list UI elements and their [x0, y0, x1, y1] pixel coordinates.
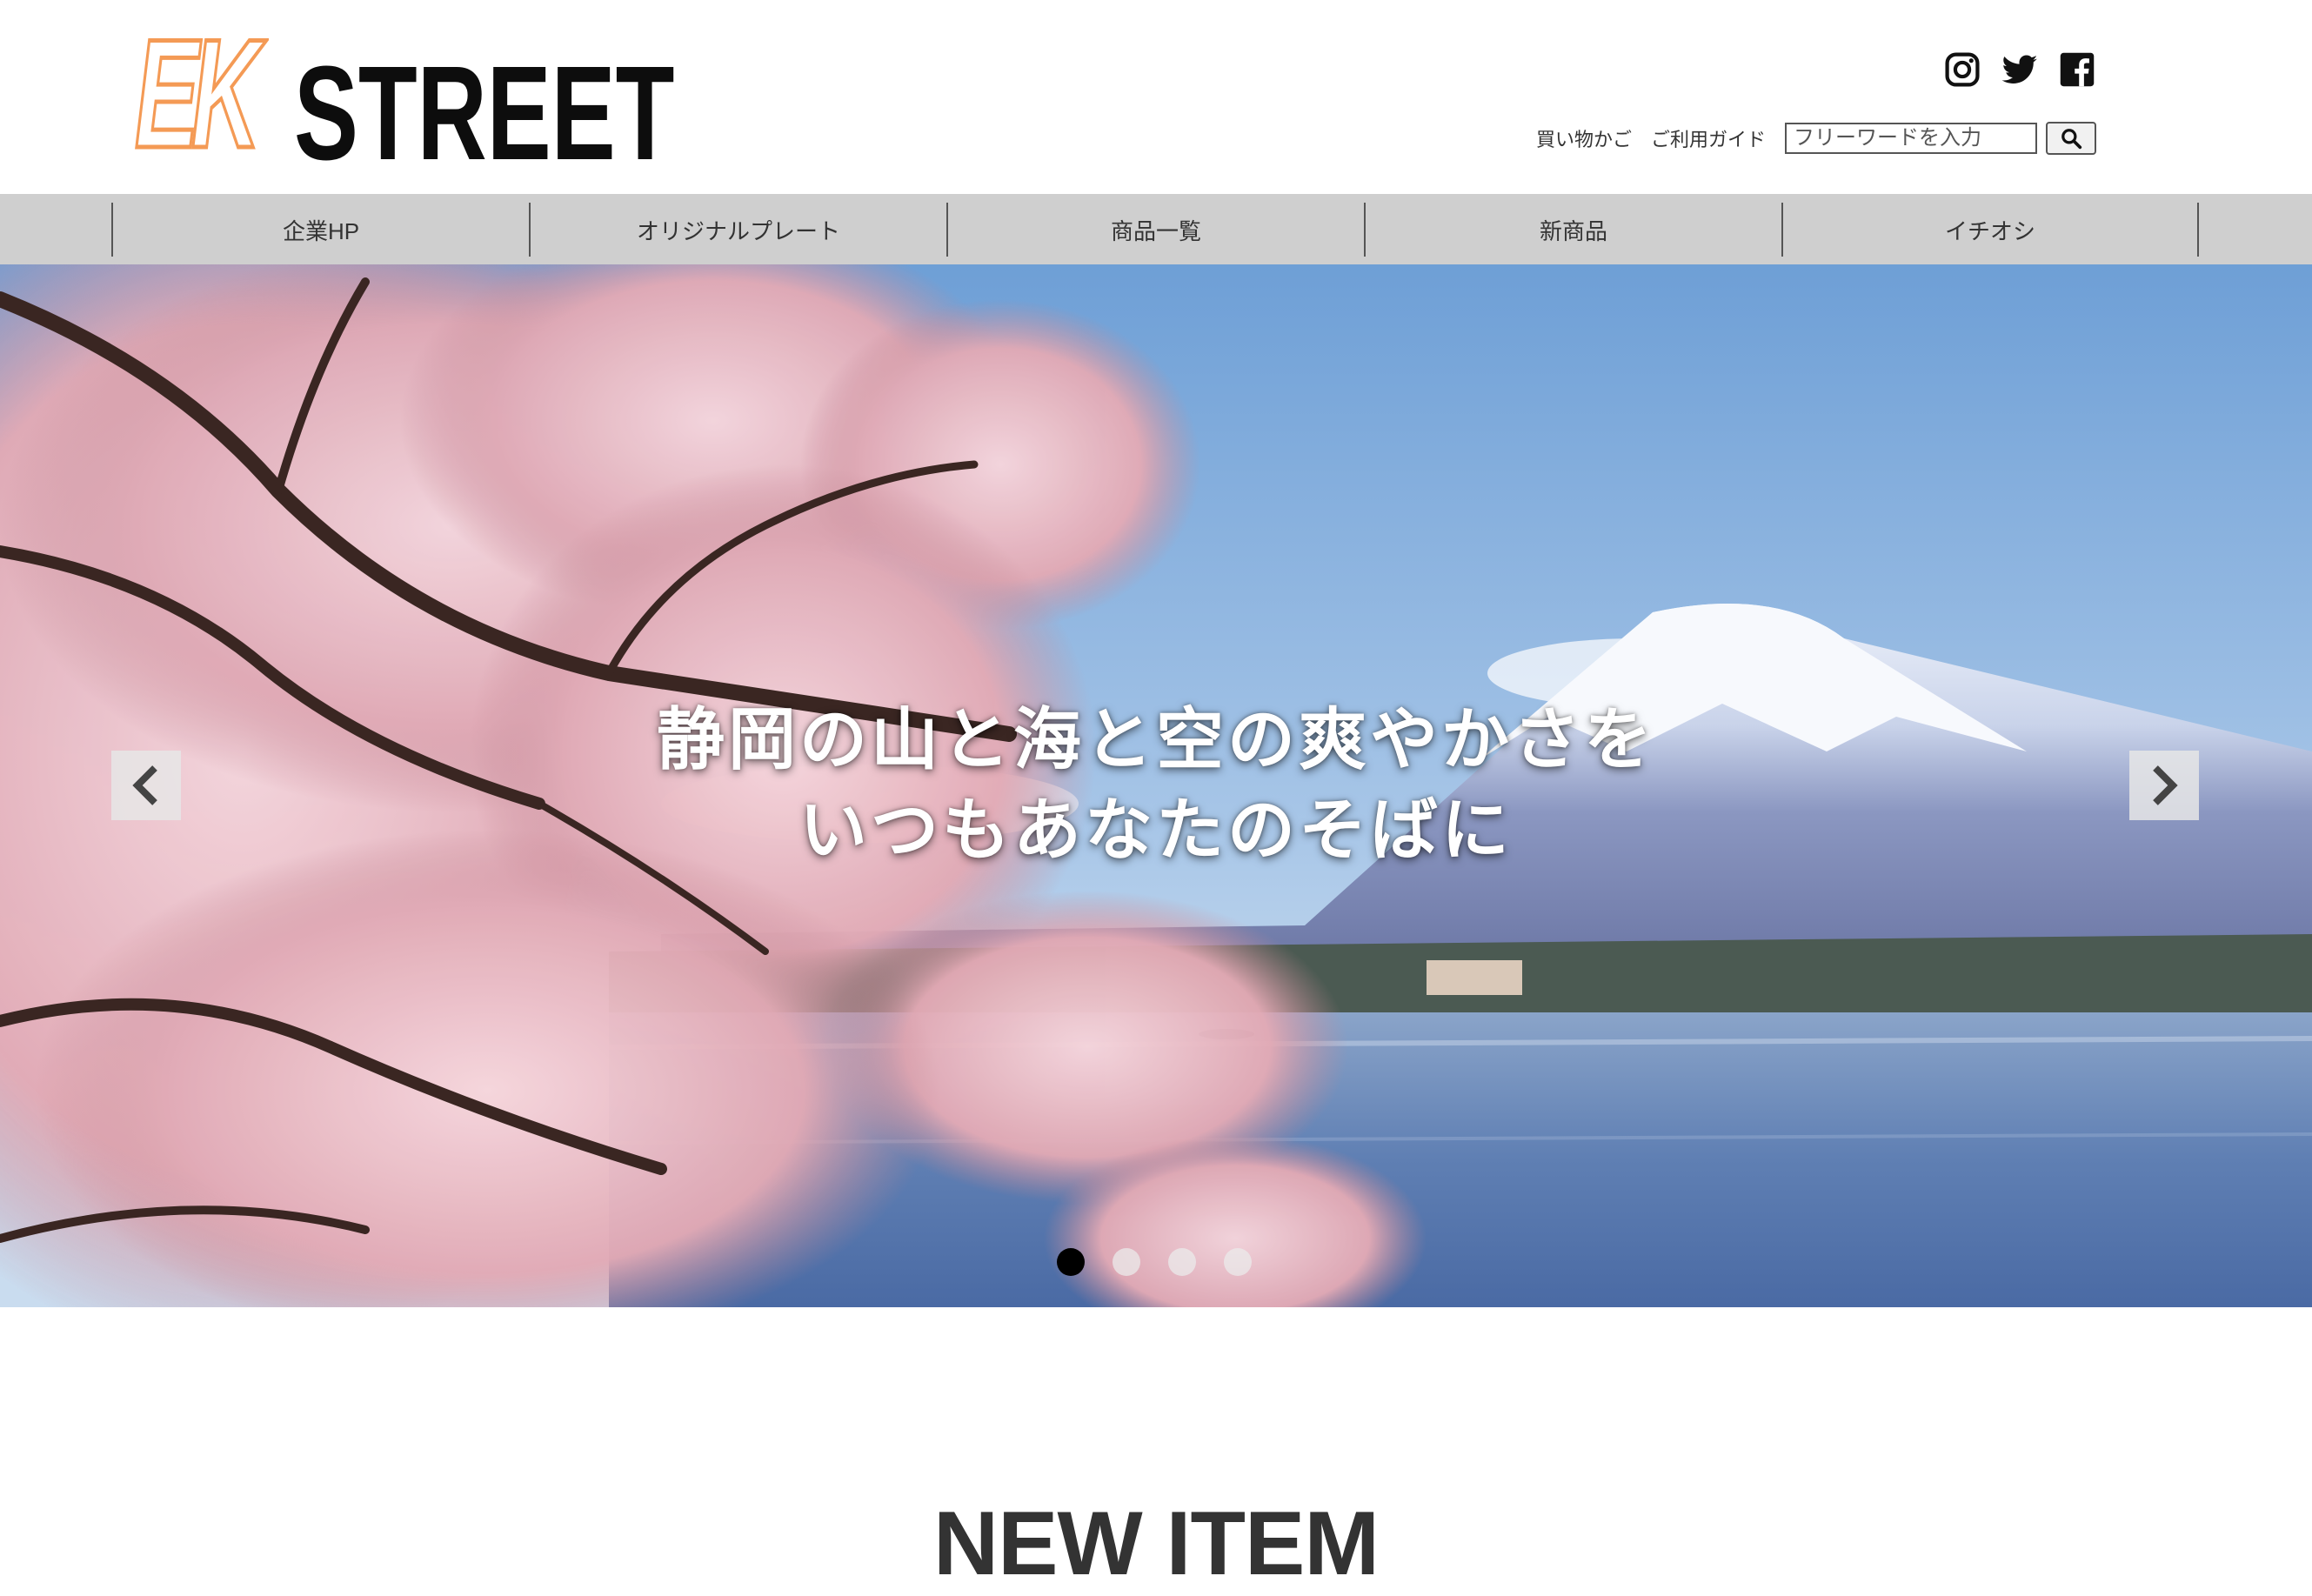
social-links	[1943, 50, 2096, 89]
nav-item-corporate-hp[interactable]: 企業HP	[111, 203, 529, 257]
search-input[interactable]	[1785, 123, 2037, 154]
hero-caption-line1: 静岡の山と海と空の爽やかさを	[656, 700, 1655, 779]
facebook-icon[interactable]	[2058, 50, 2096, 89]
site-logo[interactable]: EK STREET	[133, 7, 674, 180]
hero-slider: 静岡の山と海と空の爽やかさを いつもあなたのそばに	[0, 264, 2312, 1307]
utility-bar: 買い物かご ご利用ガイド	[1536, 122, 2096, 155]
slider-dot-2[interactable]	[1113, 1248, 1140, 1276]
guide-link[interactable]: ご利用ガイド	[1651, 124, 1766, 152]
new-item-heading: NEW ITEM	[933, 1493, 1380, 1594]
search-icon	[2061, 129, 2082, 150]
nav-item-recommended[interactable]: イチオシ	[1781, 203, 2199, 257]
twitter-icon[interactable]	[2001, 50, 2039, 89]
chevron-right-icon	[2153, 765, 2178, 805]
chevron-left-icon	[132, 765, 157, 805]
slider-dot-3[interactable]	[1168, 1248, 1196, 1276]
cart-link[interactable]: 買い物かご	[1536, 124, 1632, 152]
slider-prev-button[interactable]	[111, 751, 181, 820]
slider-dot-1[interactable]	[1057, 1248, 1085, 1276]
site-header: EK STREET 買い物かご ご利用ガイド	[0, 0, 2312, 194]
nav-item-new-products[interactable]: 新商品	[1364, 203, 1781, 257]
slider-next-button[interactable]	[2129, 751, 2199, 820]
instagram-icon[interactable]	[1943, 50, 1981, 89]
global-nav: 企業HP オリジナルプレート 商品一覧 新商品 イチオシ	[0, 194, 2312, 264]
slider-pagination	[1057, 1248, 1252, 1276]
logo-ek-text: EK	[133, 7, 262, 180]
search-button[interactable]	[2046, 122, 2096, 155]
hero-caption-line2: いつもあなたのそばに	[799, 791, 1513, 870]
nav-item-original-plate[interactable]: オリジナルプレート	[529, 203, 946, 257]
slider-dot-4[interactable]	[1224, 1248, 1252, 1276]
hero-caption: 静岡の山と海と空の爽やかさを いつもあなたのそばに	[0, 695, 2312, 876]
logo-street-text: STREET	[294, 38, 675, 188]
nav-item-product-list[interactable]: 商品一覧	[946, 203, 1364, 257]
